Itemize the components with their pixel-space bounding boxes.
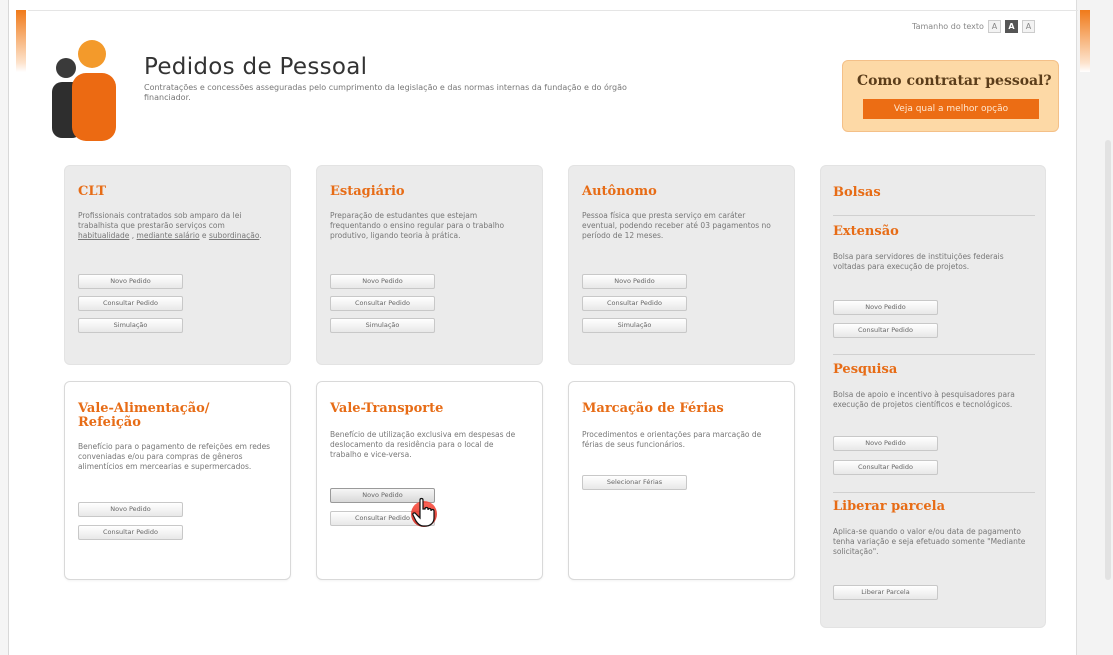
autonomo-new-request-button[interactable]: Novo Pedido	[582, 274, 687, 289]
vale-transporte-card: Vale-Transporte Benefício de utilização …	[316, 381, 543, 580]
clt-desc-end: .	[259, 231, 262, 240]
autonomo-card: Autônomo Pessoa física que presta serviç…	[568, 165, 795, 365]
vale-alimentacao-description: Benefício para o pagamento de refeições …	[78, 442, 271, 471]
decorative-strip-right	[1080, 10, 1090, 72]
extensao-new-request-button[interactable]: Novo Pedido	[833, 300, 938, 315]
text-size-small-button[interactable]: A	[987, 20, 1001, 33]
liberar-parcela-title: Liberar parcela	[833, 499, 945, 514]
subordinacao-link[interactable]: subordinação	[209, 231, 259, 240]
people-icon	[52, 40, 116, 141]
decorative-strip-left	[16, 10, 26, 72]
text-size-label: Tamanho do texto	[912, 22, 984, 31]
vale-transporte-title: Vale-Transporte	[330, 401, 444, 416]
scrollbar[interactable]	[1076, 0, 1113, 655]
pesquisa-title: Pesquisa	[833, 362, 898, 377]
page-title: Pedidos de Pessoal	[144, 54, 368, 80]
autonomo-title: Autônomo	[582, 184, 657, 199]
estagiario-consult-request-button[interactable]: Consultar Pedido	[330, 296, 435, 311]
best-option-button[interactable]: Veja qual a melhor opção	[863, 99, 1039, 119]
ferias-description: Procedimentos e orientações para marcaçã…	[582, 430, 762, 449]
bolsas-title: Bolsas	[833, 185, 881, 200]
clt-consult-request-button[interactable]: Consultar Pedido	[78, 296, 183, 311]
vale-alimentacao-title: Vale-Alimentação/Refeição	[78, 402, 210, 430]
vale-transporte-description: Benefício de utilização exclusiva em des…	[330, 430, 516, 459]
mediante-salario-link[interactable]: mediante salário	[137, 231, 200, 240]
clt-description: Profissionais contratados sob amparo da …	[78, 211, 274, 241]
text-size-large-button[interactable]: A	[1021, 20, 1035, 33]
pesquisa-consult-request-button[interactable]: Consultar Pedido	[833, 460, 938, 475]
estagiario-title: Estagiário	[330, 184, 405, 199]
clt-desc-sep: ,	[129, 231, 137, 240]
estagiario-card: Estagiário Preparação de estudantes que …	[316, 165, 543, 365]
estagiario-new-request-button[interactable]: Novo Pedido	[330, 274, 435, 289]
scrollbar-thumb[interactable]	[1105, 140, 1111, 580]
vale-alimentacao-title-line2: Refeição	[78, 415, 141, 430]
hand-cursor-icon	[411, 497, 437, 527]
autonomo-simulation-button[interactable]: Simulação	[582, 318, 687, 333]
clt-card: CLT Profissionais contratados sob amparo…	[64, 165, 291, 365]
liberar-parcela-button[interactable]: Liberar Parcela	[833, 585, 938, 600]
clt-title: CLT	[78, 184, 107, 199]
pesquisa-description: Bolsa de apoio e incentivo à pesquisador…	[833, 390, 1015, 409]
ferias-card: Marcação de Férias Procedimentos e orien…	[568, 381, 795, 580]
clt-desc-text: Profissionais contratados sob amparo da …	[78, 211, 242, 230]
clt-simulation-button[interactable]: Simulação	[78, 318, 183, 333]
vale-alimentacao-card: Vale-Alimentação/Refeição Benefício para…	[64, 381, 291, 580]
autonomo-consult-request-button[interactable]: Consultar Pedido	[582, 296, 687, 311]
extensao-title: Extensão	[833, 224, 899, 239]
ferias-title: Marcação de Férias	[582, 401, 724, 416]
pesquisa-divider	[833, 492, 1035, 493]
top-divider	[28, 10, 1078, 11]
vale-alimentacao-title-line1: Vale-Alimentação/	[78, 401, 210, 416]
pesquisa-new-request-button[interactable]: Novo Pedido	[833, 436, 938, 451]
liberar-parcela-description: Aplica-se quando o valor e/ou data de pa…	[833, 527, 1026, 556]
vale-alimentacao-new-request-button[interactable]: Novo Pedido	[78, 502, 183, 517]
estagiario-description: Preparação de estudantes que estejam fre…	[330, 211, 505, 240]
extensao-consult-request-button[interactable]: Consultar Pedido	[833, 323, 938, 338]
text-size-control: Tamanho do texto A A A	[912, 20, 1035, 33]
habitualidade-link[interactable]: habitualidade	[78, 231, 129, 240]
text-size-medium-button[interactable]: A	[1004, 20, 1018, 33]
extensao-description: Bolsa para servidores de instituições fe…	[833, 252, 1004, 271]
clt-desc-mid: e	[199, 231, 209, 240]
page-subtitle: Contratações e concessões asseguradas pe…	[144, 83, 627, 102]
bolsas-panel: Bolsas Extensão Bolsa para servidores de…	[820, 165, 1046, 628]
extensao-divider	[833, 354, 1035, 355]
estagiario-simulation-button[interactable]: Simulação	[330, 318, 435, 333]
clt-new-request-button[interactable]: Novo Pedido	[78, 274, 183, 289]
hiring-help-promo: Como contratar pessoal? Veja qual a melh…	[842, 60, 1059, 132]
vale-alimentacao-consult-request-button[interactable]: Consultar Pedido	[78, 525, 183, 540]
bolsas-divider	[833, 215, 1035, 216]
window-left-edge	[0, 0, 9, 655]
ferias-select-button[interactable]: Selecionar Férias	[582, 475, 687, 490]
autonomo-description: Pessoa física que presta serviço em cará…	[582, 211, 771, 240]
promo-title: Como contratar pessoal?	[857, 73, 1052, 89]
